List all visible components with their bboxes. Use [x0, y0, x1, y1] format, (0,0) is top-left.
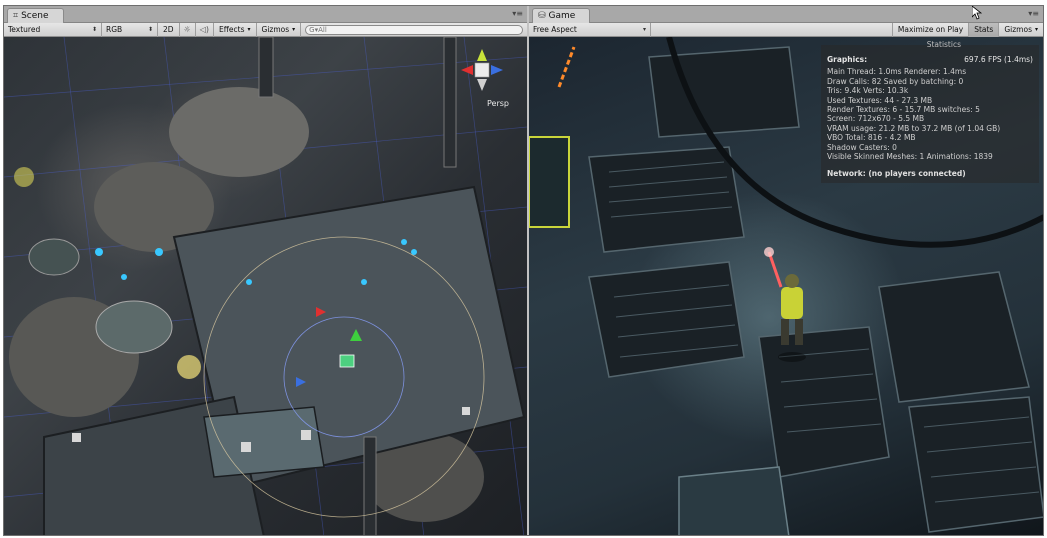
camera-mode-label[interactable]: Persp	[487, 99, 509, 108]
scene-toolbar: Textured ⬍ RGB ⬍ 2D ☼ ◁) Effects ▾ Gizmo…	[4, 22, 527, 37]
effects-label: Effects	[219, 25, 245, 34]
game-tabstrip: ⛁ Game ▾≡	[529, 6, 1043, 23]
stats-label: Stats	[974, 25, 994, 34]
game-gizmos-dropdown[interactable]: Gizmos ▾	[999, 23, 1043, 37]
chevron-down-icon: ▾	[247, 26, 251, 33]
maximize-on-play-button[interactable]: Maximize on Play	[891, 22, 970, 37]
maximize-on-play-label: Maximize on Play	[897, 25, 964, 34]
mouse-cursor-icon	[972, 6, 982, 20]
warning-stripe	[557, 46, 576, 88]
scene-render	[4, 37, 527, 535]
audio-toggle[interactable]: ◁)	[196, 22, 214, 37]
energy-tank	[529, 136, 570, 228]
game-gizmos-label: Gizmos	[1004, 25, 1032, 34]
lighting-toggle[interactable]: ☼	[180, 22, 196, 37]
network-status: Network: (no players connected)	[827, 169, 966, 179]
chevron-down-icon: ⬍	[91, 26, 97, 33]
scene-tabstrip: ⌗ Scene ▾≡	[4, 6, 527, 23]
stats-button[interactable]: Stats	[969, 22, 1000, 37]
stats-line: Main Thread: 1.0ms Renderer: 1.4ms	[827, 67, 967, 77]
yellow-light	[14, 167, 34, 187]
sun-icon: ☼	[183, 25, 191, 34]
stats-line: Render Textures: 6 - 15.7 MB switches: 5	[827, 105, 980, 115]
game-viewport[interactable]: Statistics Graphics: 697.6 FPS (1.4ms) M…	[529, 37, 1043, 535]
stats-overlay: Statistics Graphics: 697.6 FPS (1.4ms) M…	[821, 40, 1039, 183]
stats-line: Draw Calls: 82 Saved by batching: 0	[827, 76, 964, 86]
chevron-down-icon: ▾	[292, 26, 296, 33]
tab-scene[interactable]: ⌗ Scene	[7, 8, 64, 23]
tab-scene-label: Scene	[21, 11, 49, 21]
effects-dropdown[interactable]: Effects ▾	[214, 22, 257, 37]
panel-menu-icon[interactable]: ▾≡	[512, 9, 523, 18]
scene-viewport[interactable]: Persp	[4, 37, 527, 535]
render-mode-value: RGB	[106, 25, 123, 34]
stats-line: VRAM usage: 21.2 MB to 37.2 MB (of 1.04 …	[827, 123, 1001, 133]
tab-game-label: Game	[548, 11, 576, 21]
crate-object	[678, 466, 790, 535]
unity-editor-frame: ⌗ Scene ▾≡ Textured ⬍ RGB ⬍ 2D ☼ ◁) Effe…	[3, 5, 1044, 536]
scene-grid-icon: ⌗	[13, 11, 19, 21]
stats-line: VBO Total: 816 - 4.2 MB	[827, 133, 916, 143]
scene-search-field[interactable]	[305, 24, 524, 35]
toggle-2d-button[interactable]: 2D	[158, 22, 180, 37]
speaker-icon: ◁)	[199, 25, 209, 34]
draw-mode-value: Textured	[8, 25, 41, 34]
draw-mode-dropdown[interactable]: Textured ⬍	[4, 22, 102, 37]
scene-orientation-gizmo-icon[interactable]	[459, 47, 505, 93]
graphics-label: Graphics:	[827, 55, 868, 64]
toggle-2d-label: 2D	[163, 25, 174, 34]
scene-search-input[interactable]	[309, 25, 500, 34]
tab-game[interactable]: ⛁ Game	[532, 8, 591, 23]
game-panel: ⛁ Game ▾≡ Free Aspect ▾ Maximize on Play…	[529, 6, 1043, 535]
stats-line: Used Textures: 44 - 27.3 MB	[827, 95, 933, 105]
chevron-down-icon: ⬍	[147, 26, 153, 33]
render-mode-dropdown[interactable]: RGB ⬍	[102, 22, 158, 37]
scene-gizmos-dropdown[interactable]: Gizmos ▾	[257, 22, 302, 37]
chevron-down-icon: ▾	[642, 26, 646, 33]
panel-menu-icon[interactable]: ▾≡	[1028, 9, 1039, 18]
stats-line: Tris: 9.4k Verts: 10.3k	[827, 86, 909, 96]
scene-panel: ⌗ Scene ▾≡ Textured ⬍ RGB ⬍ 2D ☼ ◁) Effe…	[4, 6, 527, 535]
scene-gizmos-label: Gizmos	[261, 25, 290, 34]
stats-graphics-header: Graphics: 697.6 FPS (1.4ms)	[827, 55, 1033, 64]
aspect-value: Free Aspect	[533, 25, 577, 34]
game-controller-icon: ⛁	[538, 11, 546, 21]
game-toolbar: Free Aspect ▾ Maximize on Play Stats Giz…	[529, 22, 1043, 37]
aspect-dropdown[interactable]: Free Aspect ▾	[529, 22, 651, 37]
fps-value: 697.6 FPS (1.4ms)	[964, 55, 1033, 64]
stats-title: Statistics	[926, 40, 961, 49]
stats-line: Shadow Casters: 0	[827, 142, 897, 152]
stats-line: Visible Skinned Meshes: 1 Animations: 18…	[827, 152, 993, 162]
stats-line: Screen: 712x670 - 5.5 MB	[827, 114, 925, 124]
chevron-down-icon: ▾	[1034, 26, 1038, 33]
